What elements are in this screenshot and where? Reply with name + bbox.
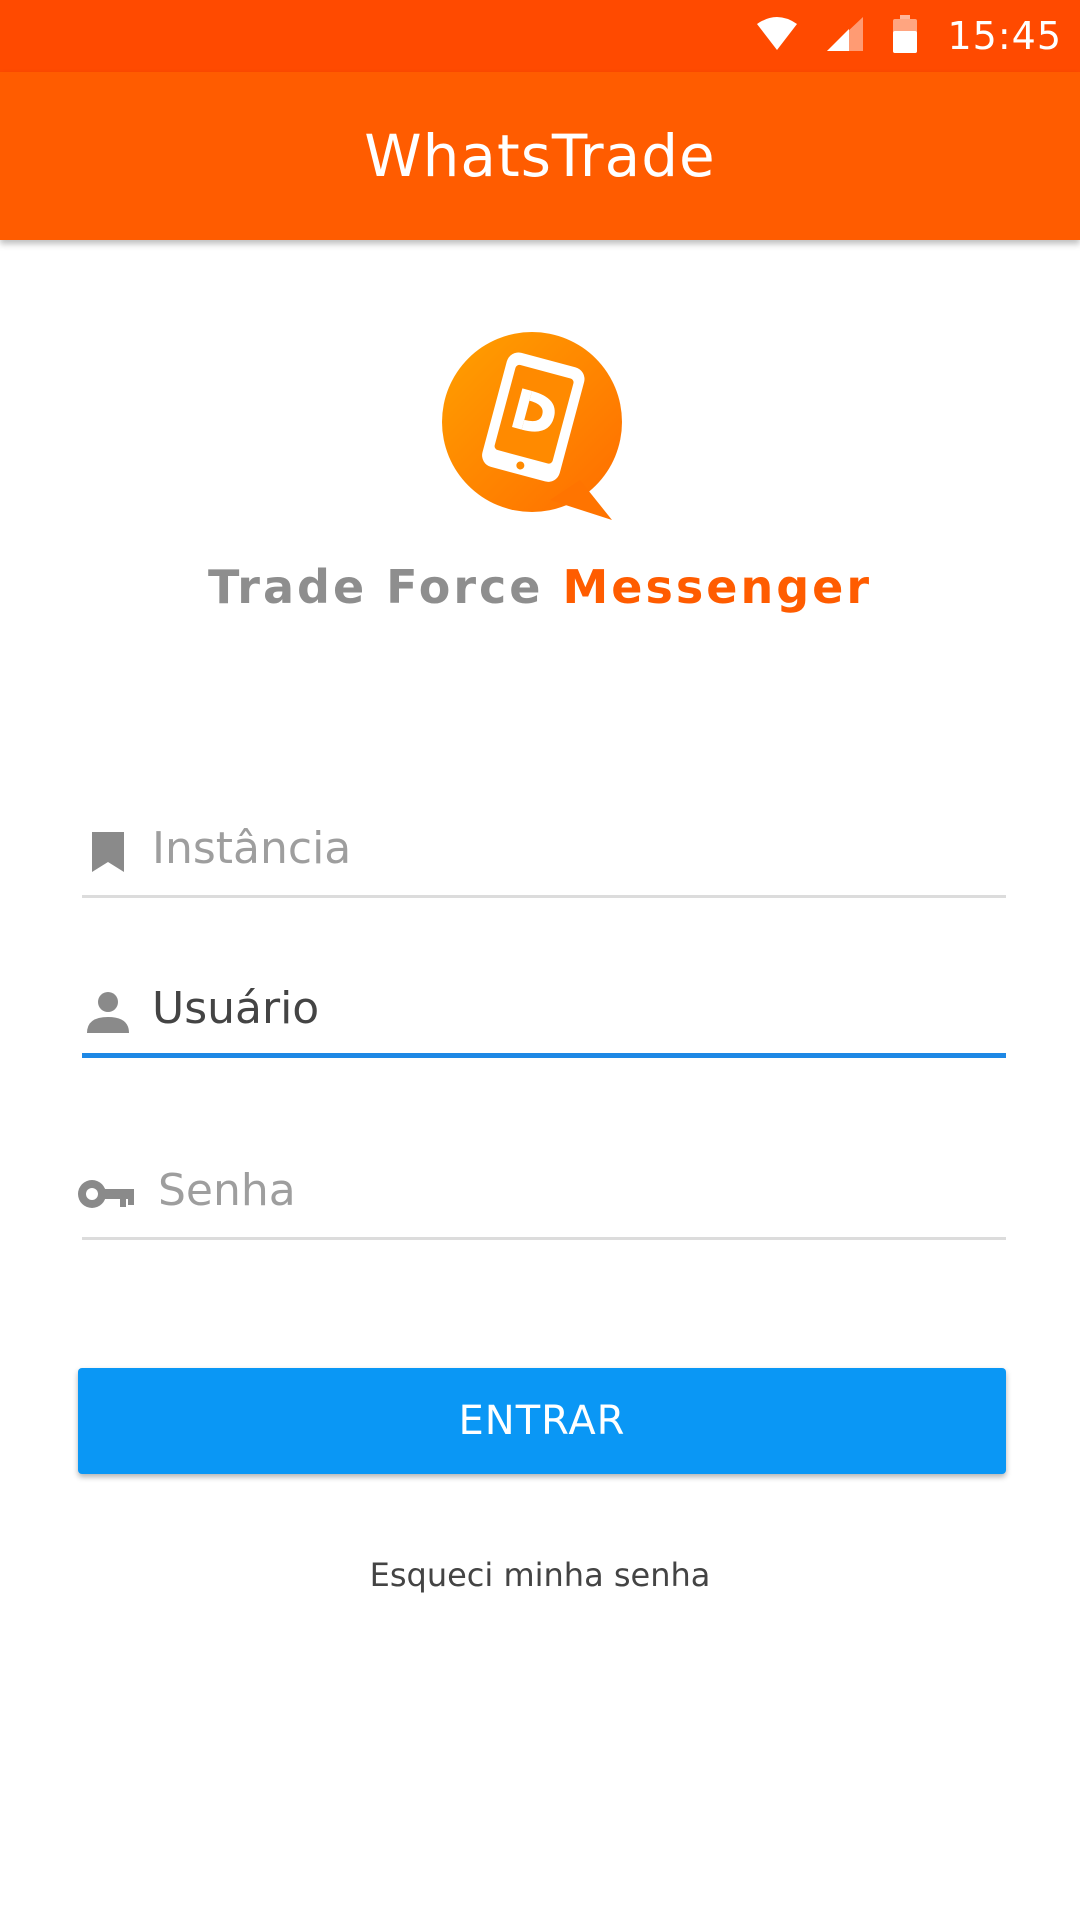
brand-wordmark: Trade Force Messenger [0,560,1080,614]
user-field[interactable] [82,968,1006,1058]
wifi-icon [757,16,798,56]
status-bar: 15:45 [0,0,1080,72]
password-input[interactable] [158,1150,998,1230]
logo [0,330,1080,530]
status-icons: 15:45 [757,0,1062,72]
login-button[interactable]: ENTRAR [78,1368,1006,1474]
status-time: 15:45 [947,14,1062,58]
instance-underline [82,895,1006,898]
brand-part2: Messenger [562,560,873,614]
logo-icon [442,332,622,520]
password-field[interactable] [78,1150,1006,1240]
instance-input[interactable] [152,808,992,888]
person-icon [82,986,134,1038]
brand-part1: Trade Force [207,560,544,614]
user-underline [82,1053,1006,1058]
forgot-password-link[interactable]: Esqueci minha senha [0,1556,1080,1594]
password-underline [82,1237,1006,1240]
bookmark-icon [82,826,134,878]
key-icon [76,1168,136,1220]
cell-signal-icon [827,16,864,56]
app-bar: WhatsTrade [0,72,1080,240]
user-input[interactable] [152,968,992,1048]
instance-field[interactable] [82,808,1006,898]
app-title: WhatsTrade [364,122,716,190]
battery-icon [893,14,918,58]
